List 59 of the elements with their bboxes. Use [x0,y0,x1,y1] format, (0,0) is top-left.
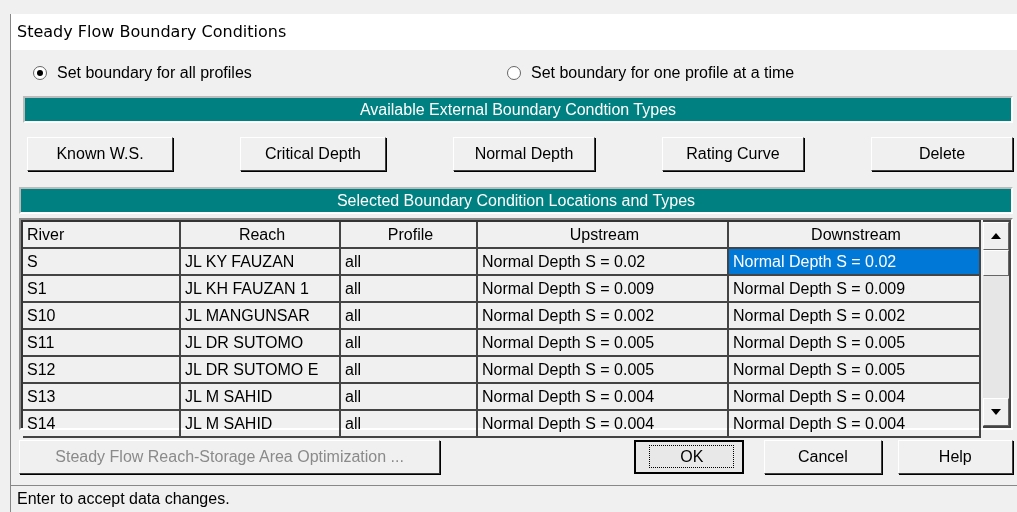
table-cell[interactable]: Normal Depth S = 0.005 [729,330,981,357]
section-header: Selected Boundary Condition Locations and Types [19,187,1013,214]
type-button[interactable]: Rating Curve [662,137,804,171]
window-title: Steady Flow Boundary Conditions [11,14,1017,50]
table-cell[interactable]: JL M SAHID [181,384,341,411]
table-cell[interactable]: Normal Depth S = 0.005 [729,357,981,384]
table-cell[interactable]: Normal Depth S = 0.02 [478,249,729,276]
table-cell[interactable]: JL KH FAUZAN 1 [181,276,341,303]
scroll-down-icon[interactable] [983,398,1009,426]
status-bar: Enter to accept data changes. [11,485,1017,512]
table-cell[interactable]: all [341,357,478,384]
table-cell[interactable]: Normal Depth S = 0.002 [478,303,729,330]
table-cell[interactable]: Normal Depth S = 0.005 [478,357,729,384]
table-cell[interactable]: JL DR SUTOMO E [181,357,341,384]
table-cell[interactable]: Normal Depth S = 0.004 [478,411,729,438]
radio-button[interactable] [33,66,47,80]
dialog-button[interactable]: Cancel [764,440,882,474]
type-button[interactable]: Known W.S. [27,137,173,171]
dialog-button[interactable]: OK [634,440,745,474]
column-header: Upstream [478,222,729,249]
table-cell[interactable]: all [341,384,478,411]
radio-label[interactable]: Set boundary for all profiles [57,64,252,82]
table-cell[interactable]: all [341,330,478,357]
table-cell[interactable]: S13 [23,384,181,411]
type-button[interactable]: Delete [871,137,1013,171]
table-cell[interactable]: S10 [23,303,181,330]
table-cell[interactable]: S12 [23,357,181,384]
column-header: Reach [181,222,341,249]
radio-label[interactable]: Set boundary for one profile at a time [531,64,795,82]
scroll-thumb[interactable] [983,250,1009,276]
table-cell[interactable]: Normal Depth S = 0.004 [729,411,981,438]
table-cell[interactable]: Normal Depth S = 0.009 [729,276,981,303]
table-cell[interactable]: JL MANGUNSAR [181,303,341,330]
scroll-up-icon[interactable] [983,222,1009,250]
table-cell[interactable]: all [341,303,478,330]
type-button[interactable]: Normal Depth [453,137,595,171]
dialog-button[interactable]: Help [897,440,1013,474]
table-cell[interactable]: Normal Depth S = 0.004 [729,384,981,411]
radio-button[interactable] [507,66,521,80]
column-header: River [23,222,181,249]
table-cell[interactable]: S1 [23,276,181,303]
table-cell[interactable]: S14 [23,411,181,438]
table-cell[interactable]: S [23,249,181,276]
table-cell[interactable]: all [341,411,478,438]
table-cell[interactable]: S11 [23,330,181,357]
table-cell[interactable]: Normal Depth S = 0.02 [729,249,981,276]
table-cell[interactable]: JL KY FAUZAN [181,249,341,276]
table-cell[interactable]: Normal Depth S = 0.004 [478,384,729,411]
table-cell[interactable]: all [341,249,478,276]
table-cell[interactable]: Normal Depth S = 0.009 [478,276,729,303]
type-button[interactable]: Critical Depth [240,137,386,171]
table-cell[interactable]: JL DR SUTOMO [181,330,341,357]
table-cell[interactable]: Normal Depth S = 0.005 [478,330,729,357]
table-cell[interactable]: JL M SAHID [181,411,341,438]
section-header: Available External Boundary Condtion Types [23,96,1013,123]
table-cell[interactable]: Normal Depth S = 0.002 [729,303,981,330]
table-cell[interactable]: all [341,276,478,303]
column-header: Profile [341,222,478,249]
scrollbar[interactable] [983,220,1011,428]
